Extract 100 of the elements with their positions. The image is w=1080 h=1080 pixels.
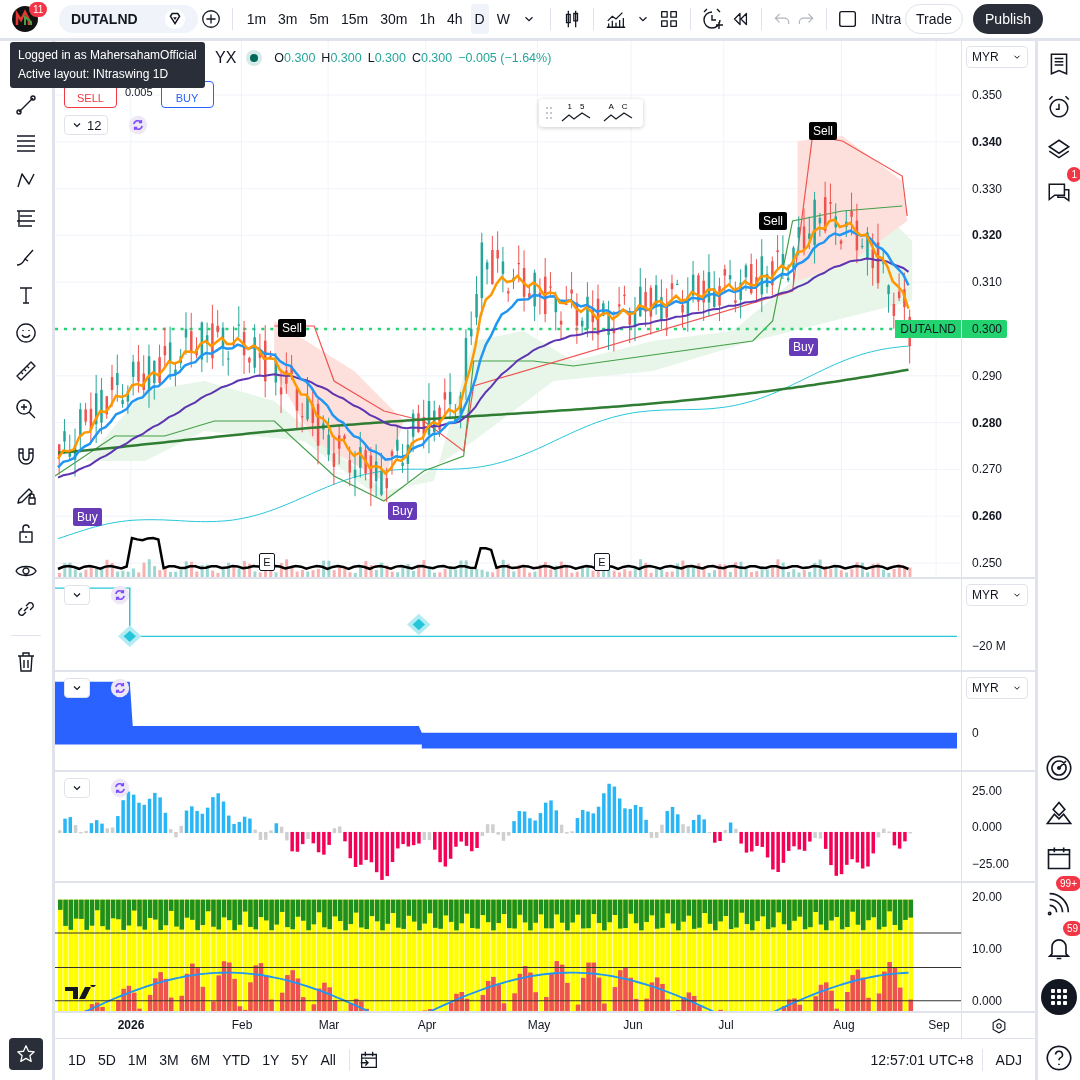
scale-tick: 0: [972, 726, 979, 740]
range-button[interactable]: 3M: [154, 1047, 184, 1072]
time-tick: Jul: [718, 1018, 734, 1032]
notification-badge: 59: [1062, 921, 1080, 936]
interval-tab[interactable]: W: [492, 4, 514, 34]
star-icon: [15, 1043, 37, 1065]
interval-tab[interactable]: 30m: [376, 4, 412, 34]
pane-toggle[interactable]: [64, 585, 90, 605]
scale-tick: 25.00: [972, 784, 1003, 798]
sync-icon[interactable]: [110, 678, 130, 698]
signal-label: Sell: [278, 319, 306, 337]
price-tick: 0.290: [972, 368, 1003, 383]
indicators-toggle[interactable]: 12: [64, 115, 109, 135]
help-icon[interactable]: [1045, 1044, 1073, 1072]
earnings-marker[interactable]: E: [594, 553, 610, 571]
price-tick: 0.340: [972, 134, 1003, 149]
drag-handle-icon[interactable]: [545, 106, 553, 120]
mountains-icon[interactable]: [1045, 799, 1073, 827]
smiley-icon[interactable]: [14, 321, 38, 345]
signal-label: Buy: [789, 338, 818, 356]
pane-toggle[interactable]: [64, 778, 90, 798]
scale-tick: 0.000: [972, 820, 1003, 834]
interval-tab[interactable]: 15m: [337, 4, 373, 34]
scale-tick: 10.00: [972, 942, 1003, 956]
trade-button[interactable]: Trade: [904, 4, 963, 34]
ohlc-value: H0.300: [321, 51, 362, 65]
price-tick: 0.350: [972, 88, 1003, 102]
time-tick: May: [527, 1018, 551, 1032]
price-tick: 0.270: [972, 462, 1003, 477]
price-tick: 0.310: [972, 275, 1003, 290]
layout-name[interactable]: INtra: [870, 11, 901, 27]
price-tick: 0.280: [972, 415, 1003, 430]
signal-label: Sell: [759, 212, 787, 230]
range-button[interactable]: 1D: [63, 1047, 91, 1072]
wave-tool[interactable]: A C: [599, 103, 637, 123]
wave-tool[interactable]: 1 5: [557, 103, 595, 123]
interval-tab[interactable]: 4h: [443, 4, 467, 34]
range-button[interactable]: YTD: [217, 1047, 256, 1072]
signal-label: Sell: [809, 122, 837, 140]
apps-grid-icon[interactable]: [1041, 979, 1077, 1015]
symbol-search[interactable]: DUTALND: [59, 5, 198, 33]
range-button[interactable]: 5Y: [286, 1047, 314, 1072]
scale-tick: 20.00: [972, 890, 1003, 904]
earnings-marker[interactable]: E: [259, 553, 275, 571]
price-tick: 0.320: [972, 228, 1003, 243]
signal-label: Buy: [388, 502, 417, 520]
price-tick: 0.260: [972, 509, 1003, 524]
time-tick: Jun: [623, 1018, 643, 1032]
alarm-clock-icon[interactable]: [1046, 94, 1072, 120]
currency-select[interactable]: MYR: [966, 677, 1028, 699]
target-icon[interactable]: [1045, 754, 1073, 782]
ohlc-value: O0.300: [274, 51, 316, 65]
price-tick: 0.330: [972, 181, 1003, 196]
time-tick: 2026: [117, 1018, 145, 1032]
notification-badge: 1: [1067, 167, 1080, 182]
notification-badge: 99+: [1056, 876, 1080, 891]
symbol-price-label: DUTALND: [895, 320, 961, 338]
interval-tab[interactable]: 5m: [305, 4, 333, 34]
spread-value: 0.005: [125, 86, 153, 100]
ohlc-value: L0.300: [367, 51, 406, 65]
adjust-button[interactable]: ADJ: [990, 1047, 1027, 1072]
sync-icon[interactable]: [128, 115, 149, 135]
alarm-add-icon[interactable]: [700, 7, 725, 31]
tooltip-text: Active layout: INtraswing 1D: [18, 66, 170, 83]
signal-label: Buy: [73, 508, 102, 526]
time-tick: Sep: [928, 1018, 950, 1032]
interval-tab[interactable]: D: [470, 4, 489, 34]
tooltip-text: Logged in as MahersahamOfficial: [18, 47, 197, 64]
ohlc-value: C0.300: [411, 51, 453, 65]
currency-select[interactable]: MYR: [966, 584, 1028, 606]
sync-icon[interactable]: [110, 585, 130, 605]
scale-tick: 0.000: [972, 994, 1003, 1008]
range-button[interactable]: 1M: [122, 1047, 153, 1072]
ruler-icon[interactable]: [14, 359, 38, 383]
trend-line-icon[interactable]: [14, 93, 38, 117]
time-tick: Apr: [417, 1018, 437, 1032]
currency-select[interactable]: MYR: [966, 46, 1028, 68]
notification-badge: 11: [29, 2, 48, 17]
range-button[interactable]: 1Y: [257, 1047, 285, 1072]
time-tick: Aug: [833, 1018, 855, 1032]
time-tick: Mar: [318, 1018, 340, 1032]
favorites-button[interactable]: [9, 1038, 43, 1070]
price-change: −0.005 (−1.64%): [458, 51, 552, 65]
clock-text[interactable]: 12:57:01 UTC+8: [870, 1051, 974, 1068]
add-symbol-icon[interactable]: [199, 8, 222, 30]
last-price-label: 0.300: [962, 320, 1008, 338]
interval-tab[interactable]: 1m: [242, 4, 271, 34]
time-tick: Feb: [231, 1018, 253, 1032]
pane-toggle[interactable]: [64, 678, 90, 698]
scale-tick: −20 M: [972, 639, 1006, 653]
range-button[interactable]: 6M: [185, 1047, 216, 1072]
fullscreen-icon[interactable]: [836, 8, 859, 30]
publish-button[interactable]: Publish: [973, 4, 1043, 34]
interval-tab[interactable]: 1h: [415, 4, 440, 34]
interval-tab[interactable]: 3m: [274, 4, 302, 34]
zoom-in-icon[interactable]: [14, 397, 38, 421]
price-tick: 0.250: [972, 556, 1003, 570]
sync-icon[interactable]: [110, 778, 130, 798]
range-button[interactable]: All: [315, 1047, 341, 1072]
range-button[interactable]: 5D: [92, 1047, 121, 1072]
